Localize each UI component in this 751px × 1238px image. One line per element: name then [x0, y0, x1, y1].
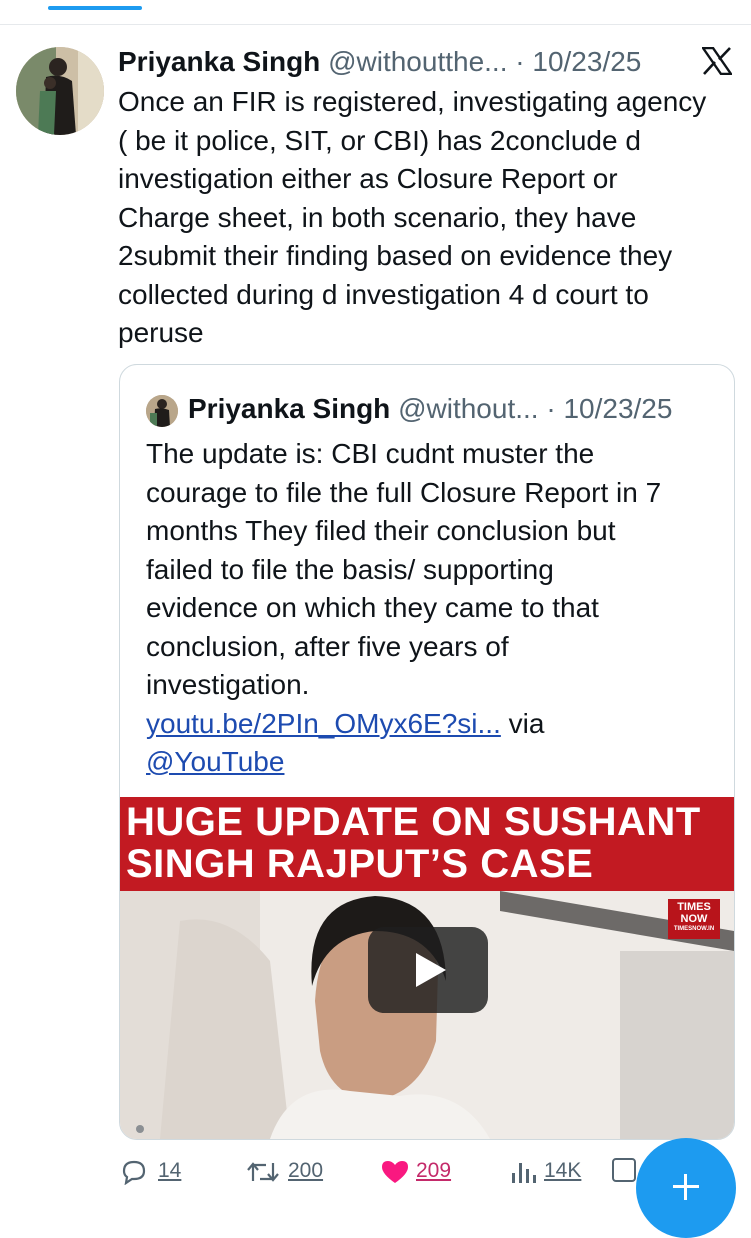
youtube-mention[interactable]: @YouTube — [146, 746, 284, 777]
bookmark-icon[interactable] — [612, 1158, 636, 1182]
quote-text-line: investigation. — [146, 669, 310, 700]
x-logo-icon — [700, 46, 734, 76]
youtube-link[interactable]: youtu.be/2PIn_OMyx6E?si... — [146, 708, 501, 739]
tweet-text-line: Charge sheet, in both scenario, they hav… — [118, 201, 637, 233]
headline-line: HUGE UPDATE ON SUSHANT — [126, 800, 701, 844]
quoted-tweet[interactable]: Priyanka Singh @without... · 10/23/25 Th… — [119, 364, 735, 1140]
tweet-text-line: collected during d investigation 4 d cou… — [118, 278, 649, 310]
channel-logo-line: NOW — [680, 913, 708, 925]
tweet-text: Once an FIR is registered, investigating… — [118, 83, 738, 353]
tweet-text-line: ( be it police, SIT, or CBI) has 2conclu… — [118, 124, 641, 156]
quote-text-line: failed to file the basis/ supporting — [146, 553, 554, 585]
repost-button[interactable]: 200 — [246, 1156, 346, 1186]
author-handle[interactable]: @withoutthe... — [328, 46, 507, 77]
quote-avatar-photo — [146, 395, 178, 427]
avatar-photo — [16, 47, 104, 135]
reply-count: 14 — [158, 1159, 182, 1182]
video-headline: HUGE UPDATE ON SUSHANT SINGH RAJPUT’S CA… — [120, 797, 734, 891]
quote-text-line: courage to file the full Closure Report … — [146, 476, 662, 508]
divider — [0, 24, 751, 25]
quote-author-handle[interactable]: @without... — [398, 393, 538, 424]
reply-icon — [122, 1160, 146, 1185]
repost-icon — [247, 1162, 279, 1182]
channel-logo-line: TIMESNOW.IN — [673, 926, 715, 932]
quote-text-line: conclusion, after five years of — [146, 630, 509, 662]
via-text: via — [508, 707, 545, 739]
author-name[interactable]: Priyanka Singh — [118, 46, 320, 77]
quote-link-line: youtu.be/2PIn_OMyx6E?si... via — [146, 705, 716, 744]
video-thumbnail[interactable]: HUGE UPDATE ON SUSHANT SINGH RAJPUT’S CA… — [120, 797, 734, 1139]
views-button[interactable]: 14K — [510, 1156, 600, 1186]
quote-author-name[interactable]: Priyanka Singh — [188, 393, 390, 424]
compose-button[interactable] — [636, 1138, 736, 1238]
separator: · — [515, 46, 525, 77]
quote-text-line: The update is: CBI cudnt muster the — [146, 438, 595, 469]
tweet-text-line: peruse — [118, 317, 204, 348]
quote-header: Priyanka Singh @without... · 10/23/25 — [188, 389, 718, 429]
tweet-date[interactable]: 10/23/25 — [532, 46, 641, 77]
tweet-text-line: Once an FIR is registered, investigating… — [118, 86, 707, 117]
mention-line: @YouTube — [146, 743, 716, 782]
tweet-text-line: investigation either as Closure Report o… — [118, 163, 618, 194]
play-button[interactable] — [368, 927, 488, 1013]
repost-count: 200 — [288, 1159, 324, 1182]
quote-text: The update is: CBI cudnt muster the cour… — [146, 435, 716, 782]
tweet-text-line: 2submit their finding based on evidence … — [118, 240, 673, 271]
channel-logo-line: TIMES — [677, 901, 711, 913]
heart-icon — [382, 1161, 408, 1183]
like-button[interactable]: 209 — [380, 1156, 480, 1186]
reply-button[interactable]: 14 — [120, 1156, 200, 1186]
quote-text-line: evidence on which they came to that — [146, 592, 599, 623]
quote-date[interactable]: 10/23/25 — [563, 393, 672, 424]
quote-text-line: months They filed their conclusion but — [146, 515, 616, 546]
headline-line: SINGH RAJPUT’S CASE — [126, 842, 594, 886]
channel-logo: TIMES NOW TIMESNOW.IN — [668, 899, 720, 939]
active-tab-indicator — [48, 6, 142, 10]
view-count: 14K — [544, 1159, 582, 1182]
like-count: 209 — [416, 1159, 452, 1182]
views-icon — [512, 1163, 536, 1183]
avatar[interactable] — [16, 47, 104, 135]
quote-avatar[interactable] — [146, 395, 178, 427]
tweet-header: Priyanka Singh @withoutthe... · 10/23/25 — [118, 42, 678, 82]
separator: · — [546, 393, 556, 424]
